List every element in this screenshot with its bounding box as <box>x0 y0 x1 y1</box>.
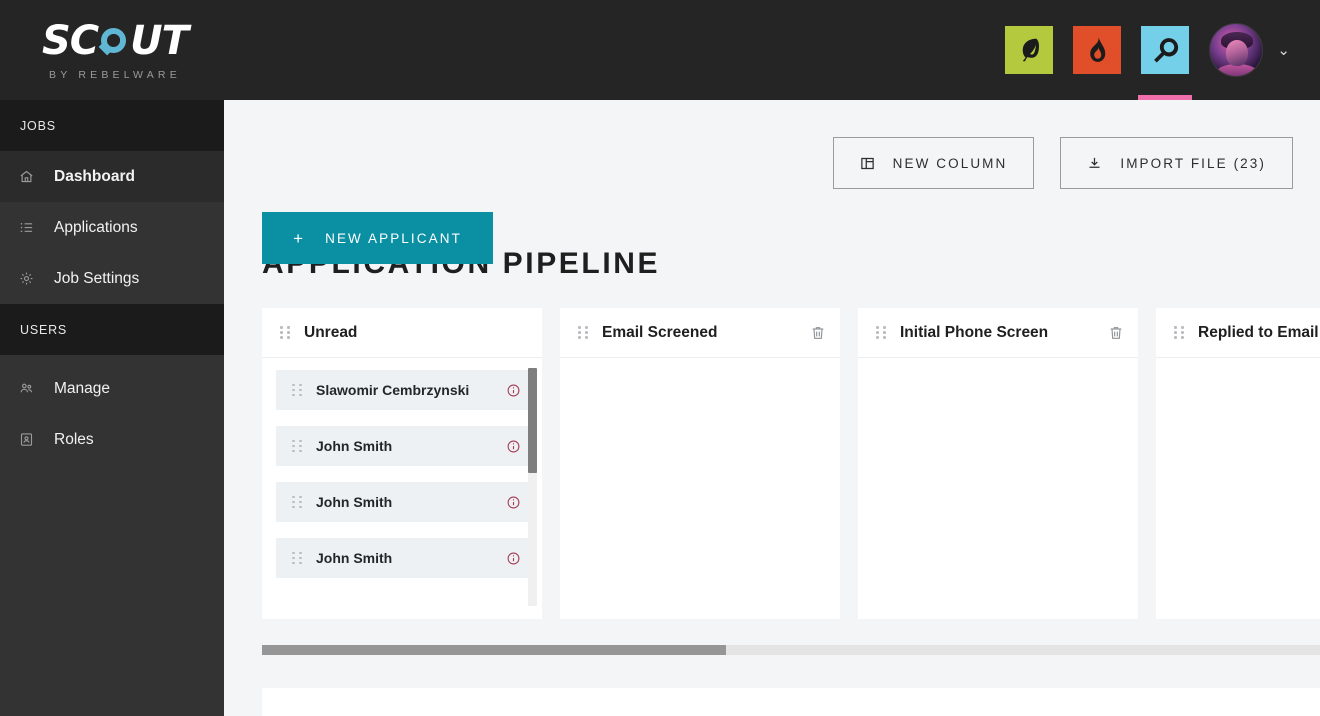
users-icon <box>18 381 34 397</box>
sidebar-section-users: USERS <box>0 304 224 355</box>
column-icon <box>860 157 874 169</box>
user-menu[interactable]: ⌄ <box>1209 23 1290 77</box>
sidebar-item-label: Manage <box>54 379 111 397</box>
logo-text-second: UT <box>130 17 189 64</box>
info-circle-icon[interactable] <box>507 384 520 397</box>
new-column-label: NEW COLUMN <box>892 155 1008 171</box>
sidebar-item-label: Roles <box>54 430 94 448</box>
top-bar: SC UT BY REBELWARE ⌄ <box>0 0 1320 100</box>
download-icon <box>1089 157 1100 168</box>
leaf-app-icon[interactable] <box>1005 26 1054 74</box>
board-column[interactable]: Initial Phone Screen <box>858 308 1138 619</box>
sidebar-item-dashboard[interactable]: Dashboard <box>0 151 224 202</box>
sidebar-item-label: Dashboard <box>54 167 135 185</box>
column-header: Initial Phone Screen <box>858 308 1138 358</box>
column-body[interactable] <box>1156 358 1320 619</box>
applicant-card[interactable]: John Smith <box>276 482 532 522</box>
sidebar-item-applications[interactable]: Applications <box>0 202 224 253</box>
drag-handle-icon[interactable] <box>1174 326 1184 340</box>
application-root: SC UT BY REBELWARE ⌄ JOBS Dashboard Appl… <box>0 0 1320 716</box>
scrollbar-thumb[interactable] <box>528 368 537 473</box>
info-circle-icon[interactable] <box>507 440 520 453</box>
board-column[interactable]: Email Screened <box>560 308 840 619</box>
drag-handle-icon[interactable] <box>292 495 302 509</box>
applicant-card[interactable]: John Smith <box>276 426 532 466</box>
import-file-button[interactable]: IMPORT FILE (23) <box>1060 137 1293 189</box>
pipeline-board[interactable]: Unread Slawomir Cembrzynski John Smith J… <box>262 308 1320 619</box>
sidebar-item-manage[interactable]: Manage <box>0 363 224 414</box>
column-title: Unread <box>304 323 358 341</box>
column-header: Email Screened <box>560 308 840 358</box>
column-header: Replied to Email <box>1156 308 1320 358</box>
plus-icon: + <box>293 228 306 248</box>
new-applicant-button[interactable]: + NEW APPLICANT <box>262 212 493 264</box>
sidebar: JOBS Dashboard Applications Job Settings… <box>0 100 224 716</box>
scrollbar-thumb[interactable] <box>262 645 726 655</box>
drag-handle-icon[interactable] <box>292 439 302 453</box>
column-body[interactable] <box>560 358 840 619</box>
chevron-down-icon[interactable]: ⌄ <box>1277 43 1290 58</box>
flame-app-icon[interactable] <box>1073 26 1122 74</box>
list-icon <box>18 220 34 236</box>
drag-handle-icon[interactable] <box>876 326 886 340</box>
applicant-card[interactable]: Slawomir Cembrzynski <box>276 370 532 410</box>
applicant-name: John Smith <box>316 550 393 566</box>
main-content: APPLICATION PIPELINE NEW COLUMN IMPORT F… <box>224 100 1320 716</box>
brand-logo[interactable]: SC UT BY REBELWARE <box>0 17 189 81</box>
column-vertical-scrollbar[interactable] <box>528 368 537 606</box>
topbar-actions: ⌄ <box>1005 23 1320 100</box>
sidebar-item-label: Applications <box>54 218 138 236</box>
board-column[interactable]: Replied to Email <box>1156 308 1320 619</box>
column-title: Replied to Email <box>1198 323 1319 341</box>
board-column[interactable]: Unread Slawomir Cembrzynski John Smith J… <box>262 308 542 619</box>
drag-handle-icon[interactable] <box>292 551 302 565</box>
applicant-name: John Smith <box>316 494 393 510</box>
drag-handle-icon[interactable] <box>292 383 302 397</box>
logo-subtitle: BY REBELWARE <box>49 68 181 81</box>
avatar[interactable] <box>1209 23 1264 77</box>
bottom-panel <box>262 688 1320 716</box>
board-horizontal-scrollbar[interactable] <box>262 645 1320 655</box>
sidebar-item-label: Job Settings <box>54 269 140 287</box>
applicant-card[interactable]: John Smith <box>276 538 532 578</box>
sidebar-section-label: USERS <box>20 322 68 337</box>
header-actions: NEW COLUMN IMPORT FILE (23) <box>832 137 1293 189</box>
sidebar-section-jobs: JOBS <box>0 100 224 151</box>
column-header: Unread <box>262 308 542 358</box>
new-column-button[interactable]: NEW COLUMN <box>832 137 1035 189</box>
sidebar-item-roles[interactable]: Roles <box>0 414 224 465</box>
column-body[interactable]: Slawomir Cembrzynski John Smith John Smi… <box>262 358 542 619</box>
applicant-name: John Smith <box>316 438 393 454</box>
sidebar-item-job-settings[interactable]: Job Settings <box>0 253 224 304</box>
import-file-label: IMPORT FILE (23) <box>1120 155 1266 171</box>
home-icon <box>18 169 34 185</box>
column-title: Initial Phone Screen <box>900 323 1049 341</box>
new-applicant-label: NEW APPLICANT <box>325 230 462 246</box>
column-title: Email Screened <box>602 323 718 341</box>
info-circle-icon[interactable] <box>507 496 520 509</box>
trash-icon[interactable] <box>1108 325 1124 341</box>
magnifier-o-icon <box>98 26 129 56</box>
applicant-name: Slawomir Cembrzynski <box>316 382 470 398</box>
id-badge-icon <box>18 432 34 448</box>
scout-app-icon[interactable] <box>1138 26 1193 100</box>
drag-handle-icon[interactable] <box>280 326 290 340</box>
trash-icon[interactable] <box>810 325 826 341</box>
info-circle-icon[interactable] <box>507 552 520 565</box>
sidebar-section-label: JOBS <box>20 118 56 133</box>
gear-icon <box>18 271 34 287</box>
logo-wordmark: SC UT <box>42 17 189 64</box>
column-body[interactable] <box>858 358 1138 619</box>
drag-handle-icon[interactable] <box>578 326 588 340</box>
logo-text-first: SC <box>42 17 99 64</box>
